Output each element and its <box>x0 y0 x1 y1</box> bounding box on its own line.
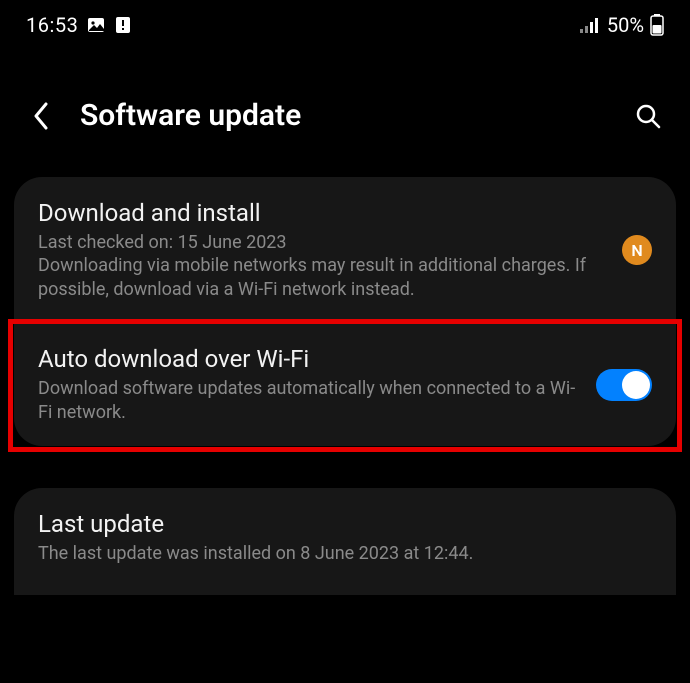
download-install-item[interactable]: Download and install Last checked on: 15… <box>14 177 676 323</box>
toggle-knob <box>622 371 650 399</box>
auto-download-toggle[interactable] <box>596 369 652 401</box>
download-install-last-checked: Last checked on: 15 June 2023 <box>38 231 606 254</box>
last-update-desc: The last update was installed on 8 June … <box>38 542 652 565</box>
image-icon <box>86 15 106 35</box>
download-install-desc: Downloading via mobile networks may resu… <box>38 254 606 301</box>
status-bar: 16:53 50% <box>0 0 690 48</box>
last-update-title: Last update <box>38 510 652 538</box>
download-install-title: Download and install <box>38 199 606 227</box>
back-button[interactable] <box>26 101 56 131</box>
page-header: Software update <box>0 48 690 161</box>
auto-download-item[interactable]: Auto download over Wi-Fi Download softwa… <box>14 323 676 446</box>
status-time: 16:53 <box>26 13 78 37</box>
auto-download-title: Auto download over Wi-Fi <box>38 345 580 373</box>
alert-icon <box>114 16 132 34</box>
battery-icon <box>650 14 664 36</box>
search-button[interactable] <box>632 100 664 132</box>
auto-download-desc: Download software updates automatically … <box>38 377 580 424</box>
page-title: Software update <box>80 98 301 133</box>
last-update-item[interactable]: Last update The last update was installe… <box>14 488 676 595</box>
battery-percentage: 50% <box>607 13 644 37</box>
notification-badge: N <box>622 235 652 265</box>
settings-group-1: Download and install Last checked on: 15… <box>14 177 676 446</box>
signal-icon <box>579 16 601 34</box>
